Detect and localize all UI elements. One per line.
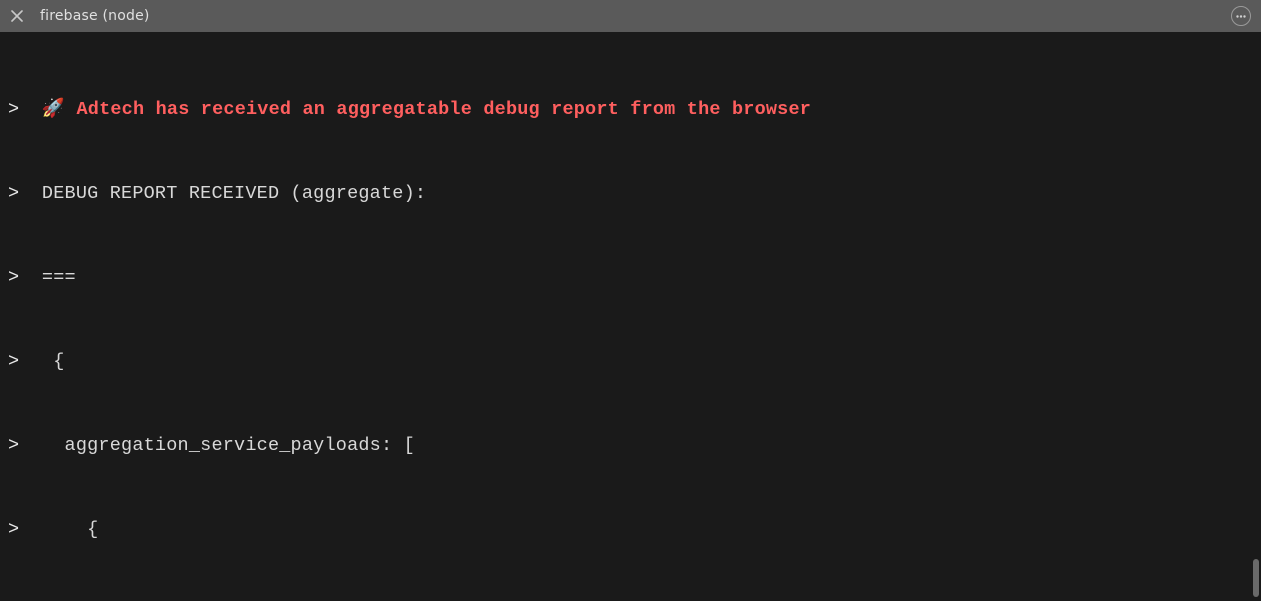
prompt-char: > — [8, 351, 19, 372]
log-text: { — [19, 351, 64, 372]
log-line: > === — [8, 264, 1253, 292]
log-line: > { — [8, 348, 1253, 376]
scrollbar-thumb[interactable] — [1253, 559, 1259, 597]
prompt-char: > — [8, 99, 19, 120]
log-text: DEBUG REPORT RECEIVED (aggregate): — [19, 183, 426, 204]
log-line: > { — [8, 516, 1253, 544]
prompt-char: > — [8, 435, 19, 456]
titlebar: firebase (node) — [0, 0, 1261, 32]
prompt-char: > — [8, 519, 19, 540]
log-line: > DEBUG REPORT RECEIVED (aggregate): — [8, 180, 1253, 208]
prompt-char: > — [8, 267, 19, 288]
log-text: { — [19, 519, 98, 540]
more-menu-icon[interactable] — [1231, 6, 1251, 26]
rocket-icon: 🚀 — [42, 99, 65, 120]
terminal-output: > 🚀 Adtech has received an aggregatable … — [0, 32, 1261, 601]
log-line: > aggregation_service_payloads: [ — [8, 432, 1253, 460]
close-icon[interactable] — [10, 9, 24, 23]
log-text: === — [19, 267, 76, 288]
highlight-message: Adtech has received an aggregatable debu… — [65, 99, 811, 120]
log-line: > 🚀 Adtech has received an aggregatable … — [8, 96, 1253, 124]
window-title: firebase (node) — [40, 8, 1231, 24]
log-text: aggregation_service_payloads: [ — [19, 435, 415, 456]
prompt-char: > — [8, 183, 19, 204]
